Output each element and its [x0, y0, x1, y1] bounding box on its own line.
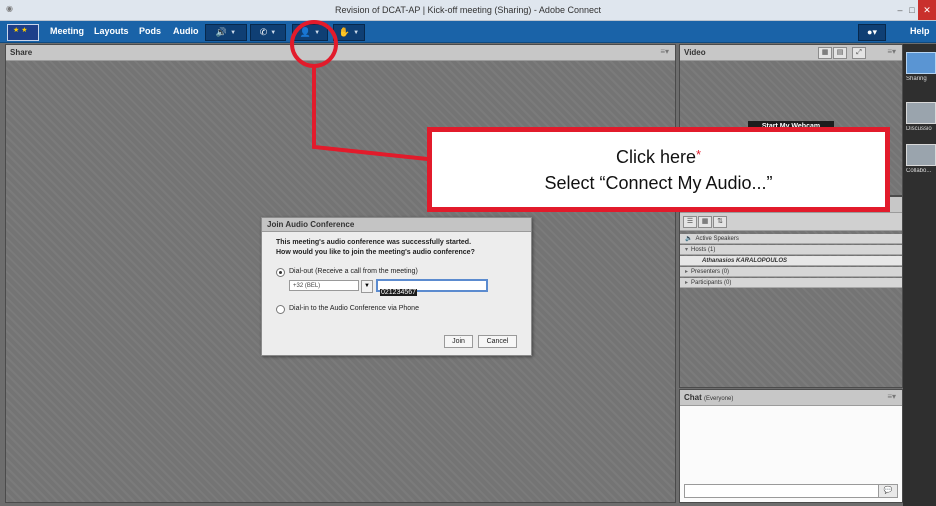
speaker-button[interactable]: 🔊 ▼ [205, 24, 247, 41]
status-icon: ●▾ [867, 27, 877, 37]
attendee-list: ☰ ▦ ⇅ 🔈 Active Speakers ▾ Hosts (1) Athana… [680, 213, 902, 387]
chat-pod-title: Chat (Everyone) [684, 393, 733, 402]
host-name: Athanasios KARALOPOULOS [702, 258, 788, 264]
fullscreen-icon[interactable]: ⤢ [852, 47, 866, 59]
layout-label: Discussio [906, 126, 932, 132]
dialout-option-label: Dial-out (Receive a call from the meetin… [289, 268, 418, 275]
chat-input[interactable] [684, 484, 882, 498]
phone-number-value: 021234567 [380, 289, 418, 296]
chevron-down-icon[interactable]: ▼ [361, 280, 373, 293]
attendee-pod: ☰ ▦ ⇅ 🔈 Active Speakers ▾ Hosts (1) Athana… [679, 196, 903, 388]
speaker-small-icon: 🔈 [685, 236, 693, 242]
callout-line-1: Click here* [432, 147, 885, 168]
layout-sharing[interactable]: Sharing [906, 52, 936, 82]
dialout-radio[interactable] [276, 268, 285, 277]
hosts-group-row[interactable]: ▾ Hosts (1) [680, 245, 902, 255]
filmstrip-view-icon[interactable]: ▤ [833, 47, 847, 59]
chat-messages: 💬 [680, 406, 902, 502]
layout-collaboration[interactable]: Collabo... [906, 144, 936, 174]
list-view-icon[interactable]: ☰ [683, 216, 697, 228]
layout-thumbnail [906, 144, 936, 166]
callout-asterisk: * [695, 147, 702, 162]
video-pod-header: Video ▦ ▤ ⤢ ≡▾ [680, 45, 902, 61]
menu-help[interactable]: Help [910, 26, 930, 36]
phone-icon: ✆ [259, 27, 268, 37]
active-speakers-label: Active Speakers [695, 236, 739, 242]
window-titlebar: ◉ Revision of DCAT-AP | Kick-off meeting… [0, 0, 936, 21]
chat-send-button[interactable]: 💬 [878, 484, 898, 498]
share-pod-header: Share ≡▾ [6, 45, 675, 61]
layout-thumbnail [906, 52, 936, 74]
active-speakers-row: 🔈 Active Speakers [680, 234, 902, 244]
join-button[interactable]: Join [444, 335, 473, 348]
pod-menu-icon[interactable]: ≡▾ [660, 47, 669, 56]
layout-label: Sharing [906, 76, 927, 82]
join-audio-dialog: Join Audio Conference This meeting's aud… [261, 217, 532, 356]
chevron-right-icon: ▸ [685, 269, 689, 275]
hosts-label: Hosts (1) [691, 247, 716, 253]
dialog-message-line-1: This meeting's audio conference was succ… [276, 239, 472, 246]
speech-bubble-icon: 💬 [883, 487, 893, 494]
speaker-icon: 🔊 [215, 27, 228, 37]
attendee-status-button[interactable]: 👤 ▼ [292, 24, 328, 41]
presenters-label: Presenters (0) [691, 269, 730, 275]
grid-view-icon[interactable]: ▦ [818, 47, 832, 59]
chevron-right-icon: ▸ [685, 280, 689, 286]
grid-view-icon[interactable]: ▦ [698, 216, 712, 228]
menu-audio[interactable]: Audio [173, 26, 199, 36]
window-controls: – □ ✕ [894, 0, 936, 20]
minimize-button[interactable]: – [894, 0, 906, 20]
dialin-option-label: Dial-in to the Audio Conference via Phon… [289, 305, 419, 312]
chevron-down-icon: ▼ [353, 29, 360, 36]
menu-layouts[interactable]: Layouts [94, 26, 129, 36]
raise-hand-button[interactable]: ✋ ▼ [333, 24, 365, 41]
menu-bar: Meeting Layouts Pods Audio 🔊▼ ✆▼ 👤▼ ✋▼ ●… [0, 21, 936, 43]
cancel-button[interactable]: Cancel [478, 335, 517, 348]
layout-label: Collabo... [906, 168, 932, 174]
phone-number-input[interactable]: 021234567 [376, 279, 488, 296]
close-button[interactable]: ✕ [918, 0, 936, 20]
dialog-message: This meeting's audio conference was succ… [276, 238, 521, 258]
menu-meeting[interactable]: Meeting [50, 26, 84, 36]
chat-pod: Chat (Everyone) ≡▾ 💬 [679, 389, 903, 503]
dialog-title: Join Audio Conference [262, 218, 531, 232]
menu-pods[interactable]: Pods [139, 26, 161, 36]
chevron-down-icon: ▼ [314, 29, 321, 36]
participants-group-row[interactable]: ▸ Participants (0) [680, 278, 902, 288]
phone-button[interactable]: ✆ ▼ [250, 24, 286, 41]
layouts-rail: Sharing Discussio Collabo... [903, 44, 936, 506]
raise-hand-icon: ✋ [338, 27, 351, 37]
connection-status-button[interactable]: ●▾ [858, 24, 886, 41]
chevron-down-icon: ▾ [685, 247, 689, 253]
chat-pod-header: Chat (Everyone) ≡▾ [680, 390, 902, 406]
attendee-toolbar: ☰ ▦ ⇅ [680, 213, 902, 231]
instruction-callout: Click here* Select “Connect My Audio...” [427, 127, 890, 212]
chat-title: Chat [684, 393, 702, 402]
share-pod-title: Share [10, 48, 33, 57]
callout-click-text: Click here [615, 147, 696, 167]
dialog-message-line-2: How would you like to join the meeting's… [276, 249, 475, 256]
chat-scope: (Everyone) [704, 396, 734, 402]
attendee-icon: 👤 [299, 27, 312, 37]
window-title: Revision of DCAT-AP | Kick-off meeting (… [335, 5, 601, 15]
pod-menu-icon[interactable]: ≡▾ [887, 47, 896, 56]
pod-menu-icon[interactable]: ≡▾ [887, 392, 896, 401]
sort-icon[interactable]: ⇅ [713, 216, 727, 228]
layout-discussion[interactable]: Discussio [906, 102, 936, 132]
video-pod-title: Video [684, 48, 706, 57]
eu-flag-logo [7, 24, 39, 41]
participants-label: Participants (0) [691, 280, 732, 286]
presenters-group-row[interactable]: ▸ Presenters (0) [680, 267, 902, 277]
dialin-radio[interactable] [276, 305, 285, 314]
chevron-down-icon: ▼ [230, 29, 237, 36]
chevron-down-icon: ▼ [270, 29, 277, 36]
maximize-button[interactable]: □ [906, 0, 918, 20]
layout-thumbnail [906, 102, 936, 124]
country-code-select[interactable]: +32 (BEL) [289, 280, 359, 291]
callout-line-2: Select “Connect My Audio...” [544, 173, 773, 193]
host-attendee-row[interactable]: Athanasios KARALOPOULOS [680, 256, 902, 266]
